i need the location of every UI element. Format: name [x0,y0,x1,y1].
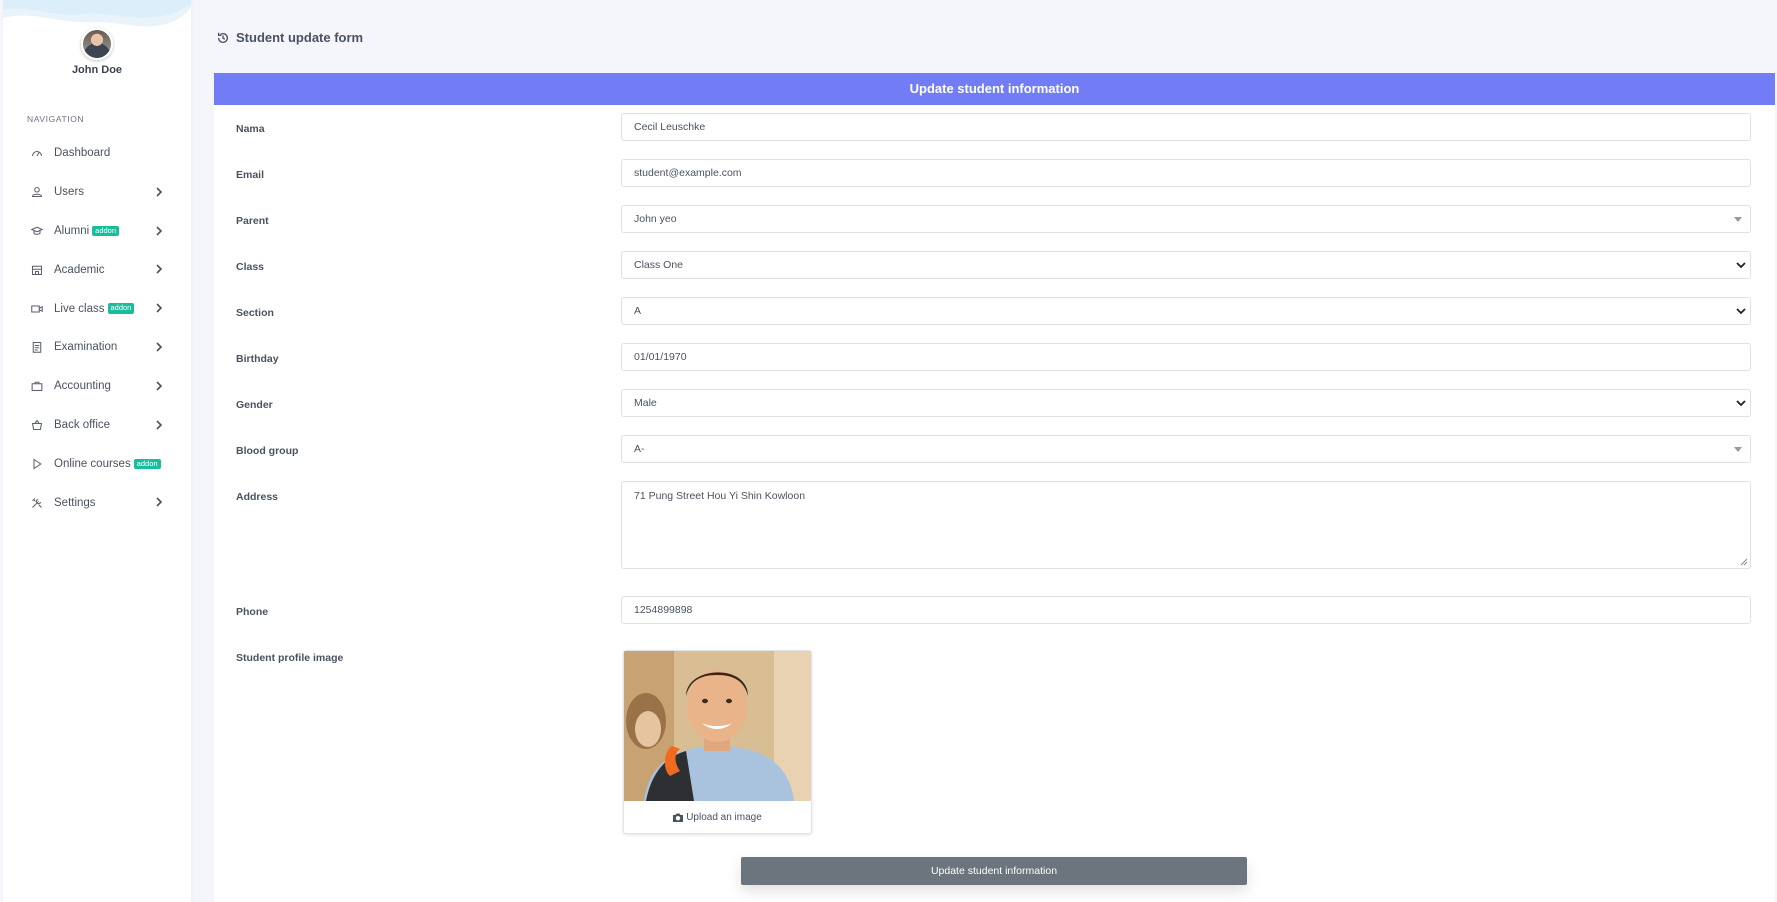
graduation-cap-icon [30,224,44,238]
blood-group-select-value: A- [634,443,645,455]
sidebar-item-alumni[interactable]: Alumni addon [3,212,191,251]
birthday-label: Birthday [236,353,279,365]
upload-image-button[interactable]: Upload an image [624,801,811,833]
blood-group-label: Blood group [236,445,299,457]
user-name: John Doe [71,64,123,76]
address-value: 71 Pung Street Hou Yi Shin Kowloon [634,490,806,502]
class-select[interactable]: Class One [621,251,1751,279]
gender-select[interactable]: Male [621,389,1751,417]
student-update-card: Update student information Nama Cecil Le… [214,73,1775,902]
address-textarea[interactable]: 71 Pung Street Hou Yi Shin Kowloon [621,481,1751,569]
class-label: Class [236,261,265,273]
sidebar-item-label: Alumni [54,224,90,237]
chevron-down-icon [1736,308,1746,315]
sidebar-nav: Dashboard Users Alumni addon Academic Li… [3,134,191,522]
sidebar-item-label: Back office [54,418,111,431]
section-label: Section [236,307,274,319]
card-header: Update student information [214,73,1775,105]
sidebar-item-label: Users [54,186,85,199]
update-student-button[interactable]: Update student information [741,857,1247,885]
chevron-right-icon [155,497,165,507]
gender-label: Gender [236,399,273,411]
sidebar-item-live-class[interactable]: Live class addon [3,289,191,328]
nav-heading: NAVIGATION [27,114,85,124]
resize-handle-icon[interactable] [1740,558,1748,566]
chevron-down-icon [1736,400,1746,407]
chevron-right-icon [155,342,165,352]
play-icon [30,457,44,471]
address-label: Address [236,491,279,503]
sidebar-item-back-office[interactable]: Back office [3,406,191,445]
chevron-right-icon [155,420,165,430]
user-icon [30,185,44,199]
sidebar-item-label: Academic [54,263,105,276]
parent-select[interactable]: John yeo [621,205,1751,233]
sidebar-item-dashboard[interactable]: Dashboard [3,134,191,173]
chevron-right-icon [155,226,165,236]
profile-image-label: Student profile image [236,652,344,664]
addon-badge: addon [107,303,135,314]
upload-image-label: Upload an image [686,811,762,823]
tools-icon [30,496,44,510]
sidebar-item-accounting[interactable]: Accounting [3,367,191,406]
clipboard-icon [30,340,44,354]
sidebar-item-label: Accounting [54,380,111,393]
page-title-bar: Student update form [216,30,363,45]
birthday-input[interactable]: 01/01/1970 [621,343,1751,371]
chevron-right-icon [155,303,165,313]
sidebar-item-label: Live class [54,302,105,315]
gender-select-value: Male [634,397,657,409]
class-select-value: Class One [634,259,684,271]
chevron-right-icon [155,264,165,274]
chevron-right-icon [155,187,165,197]
chevron-right-icon [155,381,165,391]
dashboard-icon [30,146,44,160]
addon-badge: addon [92,225,120,237]
name-label: Nama [236,123,265,135]
email-label: Email [236,169,265,181]
phone-label: Phone [236,606,269,618]
sidebar-item-label: Settings [54,496,96,509]
sidebar-item-settings[interactable]: Settings [3,483,191,522]
phone-input[interactable]: 1254899898 [621,596,1751,624]
sidebar: John Doe NAVIGATION Dashboard Users Alum… [3,0,191,902]
sidebar-item-label: Examination [54,341,118,354]
chevron-down-icon [1736,262,1746,269]
briefcase-icon [30,379,44,393]
parent-label: Parent [236,215,269,227]
parent-select-value: John yeo [634,213,677,225]
sidebar-item-examination[interactable]: Examination [3,328,191,367]
sidebar-item-users[interactable]: Users [3,173,191,212]
page-title: Student update form [236,30,364,45]
sidebar-item-label: Online courses [54,457,131,470]
camera-icon [673,813,684,822]
section-select-value: A [634,305,642,317]
profile-image-uploader[interactable]: Upload an image [623,650,812,834]
section-select[interactable]: A [621,297,1751,325]
name-input[interactable]: Cecil Leuschke [621,113,1751,141]
sidebar-item-label: Dashboard [54,147,111,160]
sidebar-item-online-courses[interactable]: Online courses addon [3,444,191,483]
email-input[interactable]: student@example.com [621,159,1751,187]
sidebar-item-academic[interactable]: Academic [3,250,191,289]
basket-icon [30,418,44,432]
history-icon [217,32,229,43]
school-icon [30,263,44,277]
user-profile[interactable]: John Doe [3,28,191,76]
video-icon [30,302,44,316]
addon-badge: addon [133,458,161,470]
avatar[interactable] [81,28,113,60]
student-photo [624,651,811,801]
blood-group-select[interactable]: A- [621,435,1751,463]
